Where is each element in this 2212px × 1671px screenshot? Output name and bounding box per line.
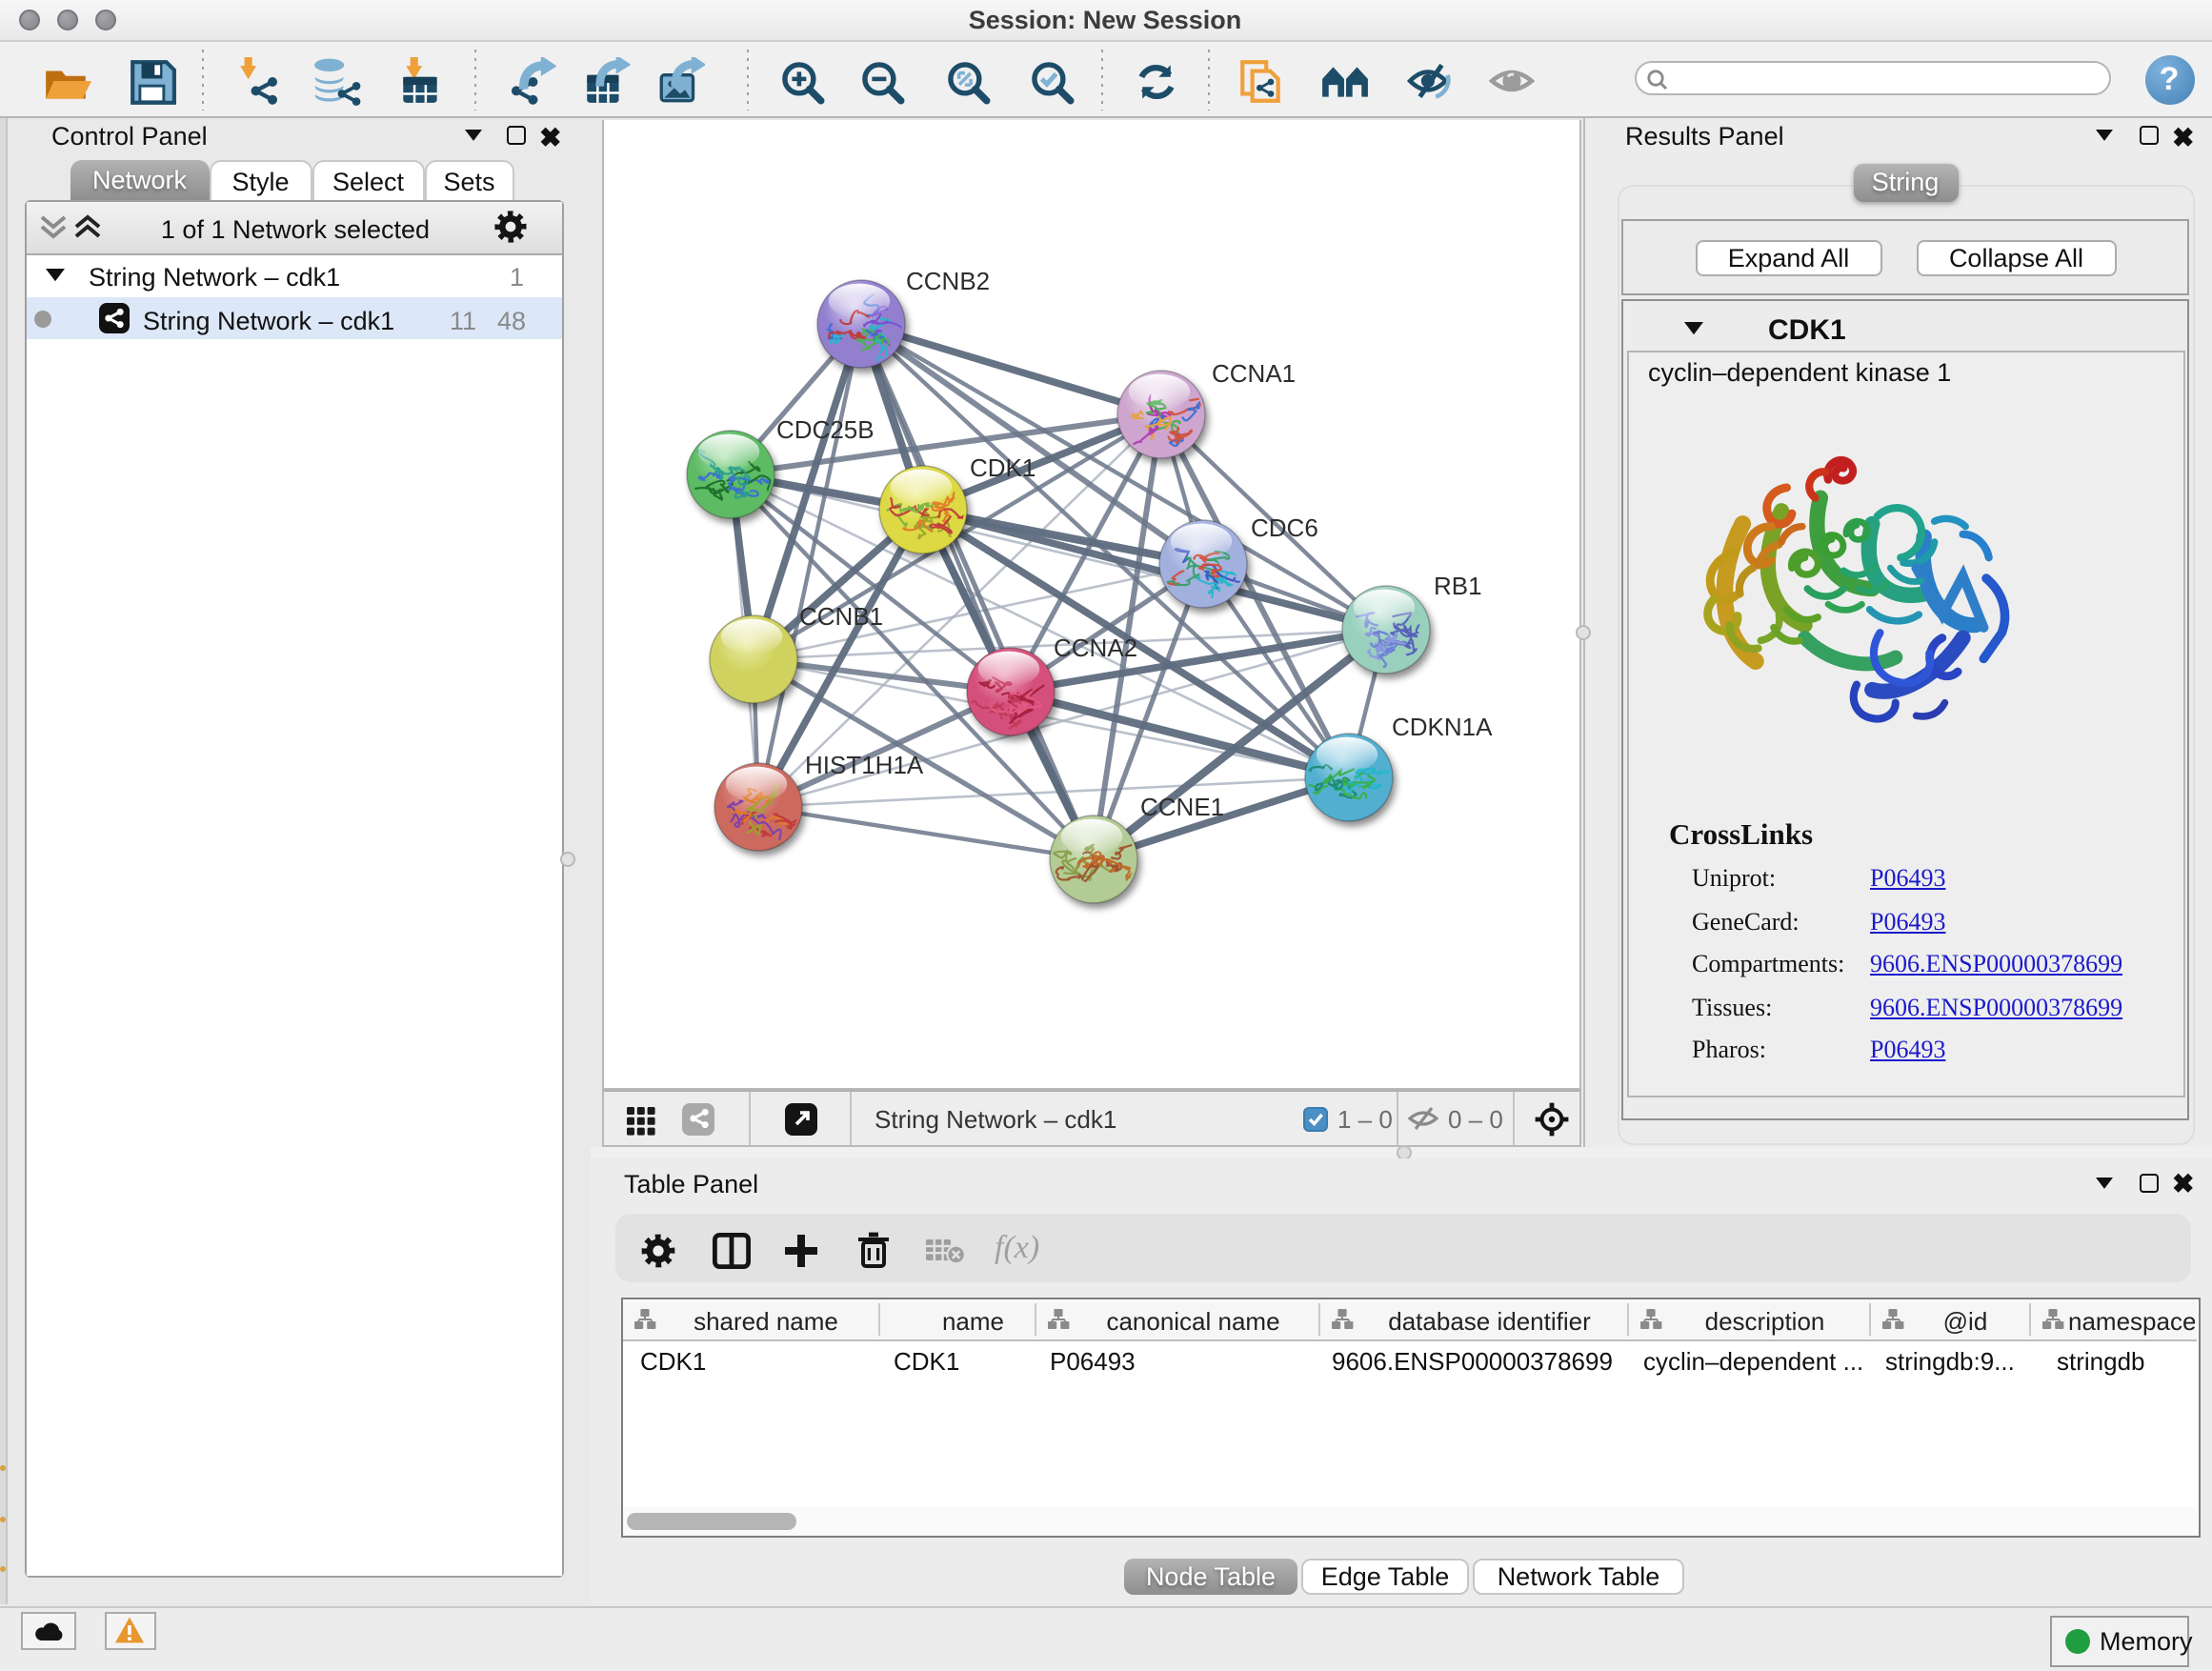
svg-text:CDC6: CDC6 xyxy=(1250,513,1317,542)
svg-text:CDKN1A: CDKN1A xyxy=(1391,713,1492,741)
svg-text:CDK1: CDK1 xyxy=(969,453,1035,482)
svg-text:CCNA2: CCNA2 xyxy=(1053,634,1136,662)
svg-text:RB1: RB1 xyxy=(1433,572,1481,600)
svg-text:CCNA1: CCNA1 xyxy=(1211,359,1295,388)
svg-text:CCNB2: CCNB2 xyxy=(905,267,989,295)
svg-text:CDC25B: CDC25B xyxy=(775,415,874,444)
svg-text:CCNE1: CCNE1 xyxy=(1139,793,1223,821)
svg-text:HIST1H1A: HIST1H1A xyxy=(804,751,923,779)
svg-text:CCNB1: CCNB1 xyxy=(798,602,882,631)
